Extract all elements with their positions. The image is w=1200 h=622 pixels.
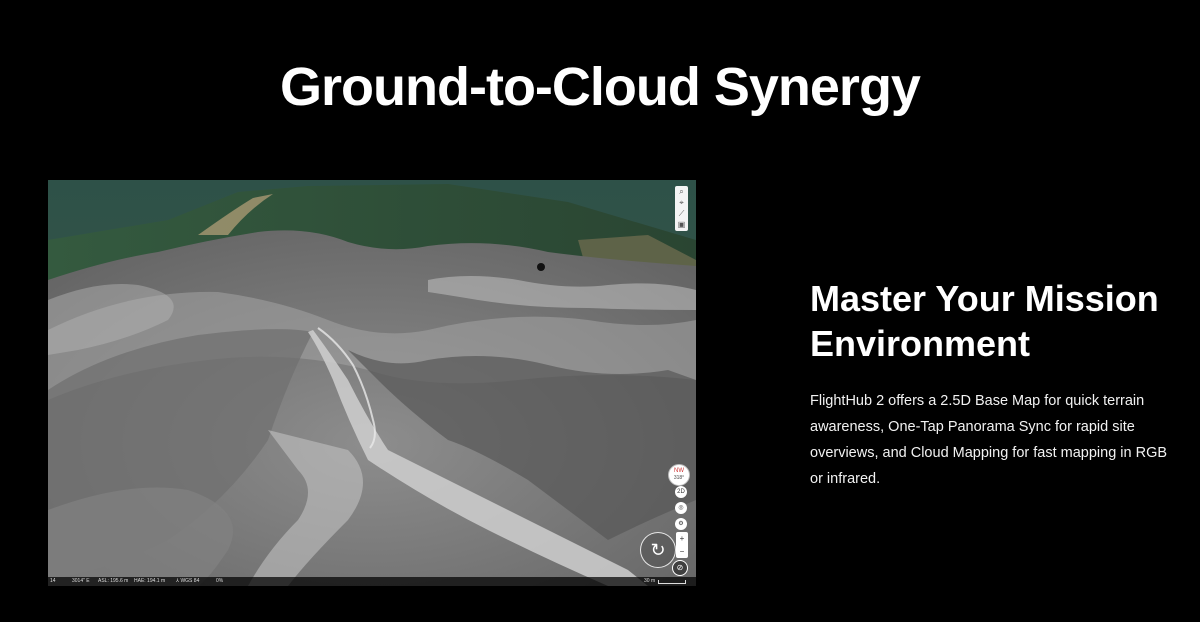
scale-bar <box>658 580 686 584</box>
compass-direction: NW <box>674 468 684 474</box>
search-icon[interactable]: ⌕ <box>676 187 687 197</box>
status-hae: HAE: 194.1 m <box>134 578 166 584</box>
map-status-bar: 14 3014" E ASL: 195.6 m HAE: 194.1 m ⅄ W… <box>48 577 696 586</box>
status-datum: ⅄ WGS 84 <box>176 578 200 584</box>
section-description: FlightHub 2 offers a 2.5D Base Map for q… <box>810 393 1168 487</box>
settings-icon[interactable]: ⚙ <box>675 518 687 530</box>
status-percent: 0% <box>216 578 224 584</box>
rotate-view-button[interactable]: ↻ <box>640 532 676 568</box>
target-icon[interactable]: ◎ <box>675 502 687 514</box>
terrain-3d-view[interactable] <box>48 180 696 586</box>
ruler-icon[interactable]: ⟋ <box>676 209 687 219</box>
zoom-in-button[interactable]: + <box>676 532 688 545</box>
layers-icon[interactable]: ▣ <box>676 220 687 230</box>
view-controls: 2D ◎ ⚙ <box>674 486 688 530</box>
status-scale: 30 m <box>644 578 656 584</box>
mode-2d-button[interactable]: 2D <box>675 486 687 498</box>
map-viewer[interactable]: ⌕ ⌖ ⟋ ▣ NW 318° 2D ◎ ⚙ ↻ + − ⊘ 14 3014" … <box>48 180 696 586</box>
status-longitude: 3014" E <box>72 578 90 584</box>
compass-heading: 318° <box>673 475 685 481</box>
section-heading: Master Your Mission Environment <box>810 278 1159 364</box>
zoom-out-button[interactable]: − <box>676 545 688 558</box>
status-asl: ASL: 195.6 m <box>98 578 129 584</box>
zoom-control: + − <box>676 532 688 558</box>
page-title: Ground-to-Cloud Synergy <box>280 57 921 117</box>
location-icon[interactable]: ⌖ <box>676 198 687 208</box>
status-index: 14 <box>50 578 56 584</box>
compass-widget[interactable]: NW 318° <box>668 464 690 486</box>
map-toolbar: ⌕ ⌖ ⟋ ▣ <box>675 186 688 231</box>
reset-north-icon[interactable]: ⊘ <box>672 560 688 576</box>
